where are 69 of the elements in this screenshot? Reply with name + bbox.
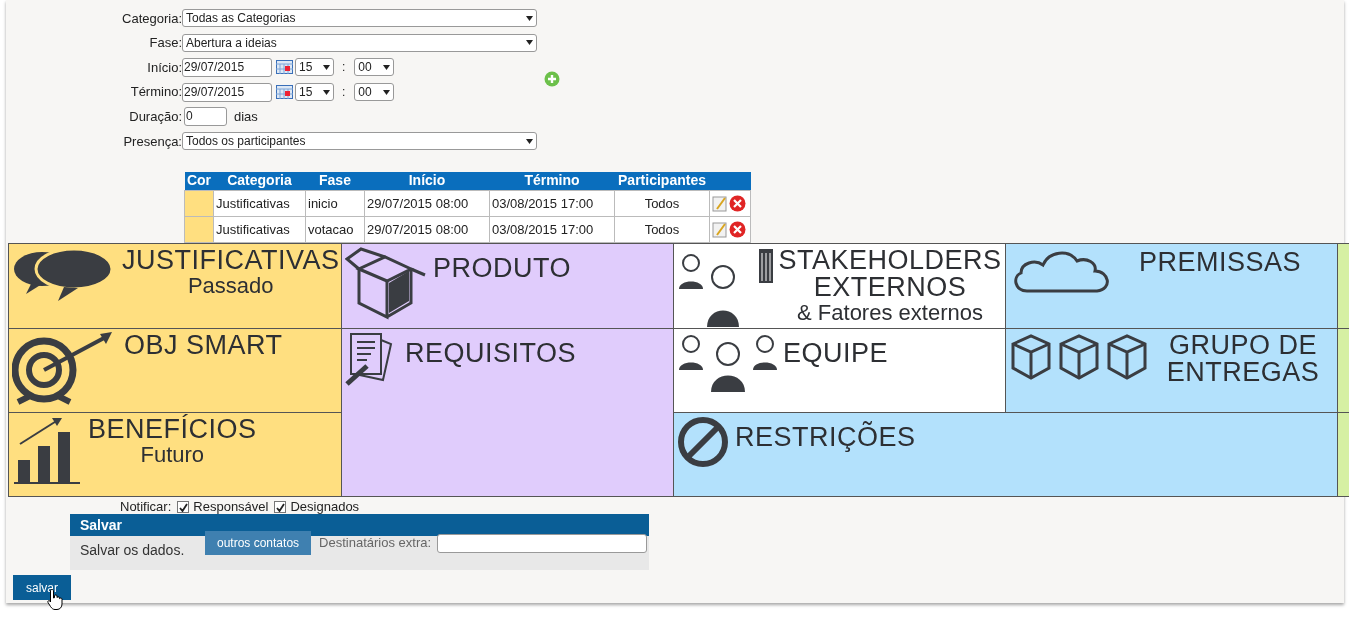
table-cell: Todos	[614, 216, 710, 243]
three-people-icon	[677, 332, 777, 393]
minute-dropdown[interactable]: 00	[354, 58, 395, 77]
save-button[interactable]: salvar	[13, 575, 71, 601]
open-box-icon	[345, 247, 427, 322]
table-cell: 29/07/2015 08:00	[364, 216, 490, 243]
panel-title: REQUISITOS	[405, 340, 577, 368]
checkbox-label: Responsável	[193, 498, 269, 517]
panel-subtitle: Futuro	[140, 444, 205, 467]
table-cell: Justificativas	[213, 216, 306, 243]
panel-title: OBJ SMART	[124, 332, 283, 360]
table-cell: 03/08/2015 17:00	[489, 190, 615, 217]
field-label: Categoria:	[121, 9, 182, 28]
field-label: Início:	[146, 58, 182, 77]
dropdown-arrow-icon	[323, 65, 330, 70]
table-cell: inicio	[305, 190, 365, 217]
unit-label: dias	[234, 107, 258, 126]
bar-chart-icon	[12, 416, 82, 485]
dropdown-arrow-icon	[383, 89, 391, 95]
minute-dropdown[interactable]: 00	[354, 83, 395, 102]
field-label: Fase:	[148, 34, 182, 53]
hour-dropdown[interactable]: 15	[295, 58, 334, 77]
contacts-button[interactable]: outros contatos	[205, 531, 312, 556]
panel-title: BENEFÍCIOS	[88, 416, 257, 444]
dropdown-arrow-icon	[383, 65, 391, 70]
time-separator: :	[342, 84, 346, 102]
panel-title: JUSTIFICATIVAS	[122, 247, 340, 275]
panel-subtitle: Passado	[187, 275, 274, 298]
table-cell: Todos	[614, 190, 710, 217]
panel-title: GRUPO DE ENTREGAS	[1165, 332, 1321, 387]
checkmark-icon	[275, 502, 285, 512]
dropdown-arrow-icon	[526, 138, 533, 144]
field-label: Duração:	[128, 107, 182, 126]
table-cell: 03/08/2015 17:00	[489, 216, 615, 243]
duration-field[interactable]: 0	[184, 107, 227, 127]
notify-label: Notificar:	[120, 498, 172, 517]
dropdown[interactable]: Todos os participantes	[182, 132, 537, 151]
dropdown-arrow-icon	[526, 40, 533, 46]
edit-icon	[712, 221, 728, 238]
checkbox[interactable]	[274, 501, 287, 514]
extra-recipients-label: Destinatários extra:	[319, 534, 432, 553]
table-cell: Justificativas	[213, 190, 306, 217]
dropdown-arrow-icon	[323, 89, 330, 95]
table-cell: 29/07/2015 08:00	[364, 190, 490, 217]
prohibition-sign-icon	[677, 416, 729, 469]
panel-title: STAKEHOLDERS EXTERNOS	[777, 247, 1003, 302]
field-label: Presença:	[122, 132, 182, 151]
calendar-icon	[276, 85, 293, 100]
tooltip-title: Salvar	[70, 514, 649, 536]
time-separator: :	[342, 59, 346, 77]
panel-title: EQUIPE	[783, 340, 889, 368]
three-boxes-icon	[1009, 332, 1149, 381]
table-cell: votacao	[305, 216, 365, 243]
calendar-icon	[276, 60, 293, 75]
dropdown-arrow-icon	[526, 15, 533, 21]
dropdown[interactable]: Todas as Categorias	[182, 9, 537, 28]
checkbox-label: Designados	[290, 498, 360, 517]
add-icon	[544, 71, 561, 88]
panel-subtitle: & Fatores externos	[797, 302, 983, 325]
tooltip-text: Salvar os dados.	[80, 541, 185, 560]
checkbox[interactable]	[177, 501, 190, 514]
delete-icon	[729, 221, 746, 239]
panel-title: PRODUTO	[433, 255, 571, 283]
panel-title: PREMISSAS	[1139, 249, 1302, 277]
delete-icon	[729, 195, 746, 213]
edit-icon	[712, 195, 728, 212]
checkmark-icon	[178, 502, 188, 512]
field-label: Término:	[129, 83, 182, 102]
hour-dropdown[interactable]: 15	[295, 83, 334, 102]
